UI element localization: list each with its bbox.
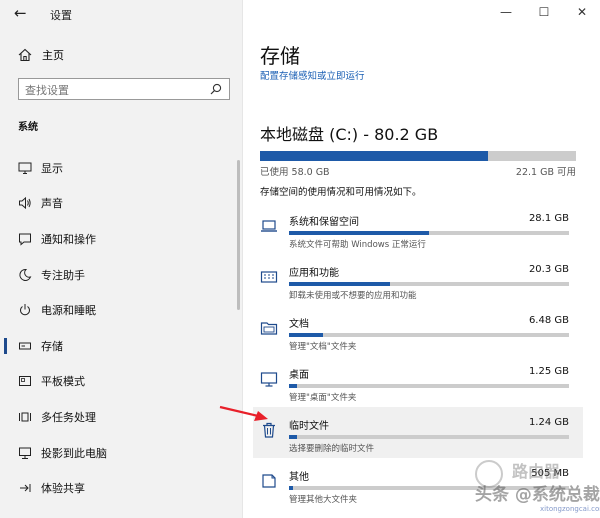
multitask-icon [19,412,31,422]
home-icon [18,48,32,62]
project-icon [19,447,31,459]
search-icon [210,83,222,95]
laptop-icon [261,220,277,232]
monitor-icon [260,372,278,387]
category-bar [289,435,569,439]
annotation-arrow [219,405,268,421]
folder-icon [260,322,278,335]
sidebar-item-focus-assist[interactable]: 专注助手 [0,257,243,293]
power-icon [20,304,30,316]
sidebar-item-label: 多任务处理 [41,410,96,424]
category-temporary-files[interactable]: 临时文件 1.24 GB 选择要删除的临时文件 [253,407,583,458]
watermark-brand: 路由器 [512,462,561,481]
category-description: 选择要删除的临时文件 [289,444,375,454]
category-name: 文档 [289,319,309,330]
watermark-text: 头条 @系统总裁 [475,485,600,505]
storage-sense-link[interactable]: 配置存储感知或立即运行 [260,68,365,82]
category-description: 管理"文档"文件夹 [289,342,357,352]
drive-title: 本地磁盘 (C:) - 80.2 GB [260,125,439,144]
category-bar-fill [289,333,323,337]
close-button[interactable]: ✕ [576,5,588,19]
sidebar-item-label: 体验共享 [41,482,85,496]
sidebar-item-power-sleep[interactable]: 电源和睡眠 [0,292,243,328]
category-description: 卸载未使用或不想要的应用和功能 [289,291,417,301]
drive-usage-fill [260,151,489,161]
sidebar-item-multitasking[interactable]: 多任务处理 [0,399,243,435]
sidebar-item-label: 通知和操作 [41,232,96,246]
sidebar: ← 设置 主页 系统 显示 声音 通知和操作 专注助手 电源和睡眠 [0,0,243,518]
category-description: 管理其他大文件夹 [289,495,358,505]
sidebar-item-sound[interactable]: 声音 [0,186,243,222]
sidebar-item-label: 存储 [41,339,63,353]
sidebar-item-display[interactable]: 显示 [0,150,243,186]
moon-icon [19,268,32,281]
tablet-icon [19,376,31,387]
sidebar-item-storage[interactable]: 存储 [0,328,243,364]
category-name: 其他 [289,472,309,483]
sidebar-item-shared-experiences[interactable]: 体验共享 [0,470,243,506]
category-size: 6.48 GB [528,315,569,326]
search-input[interactable] [19,80,199,101]
back-button[interactable]: ← [14,4,27,22]
sidebar-nav: 显示 声音 通知和操作 专注助手 电源和睡眠 存储 平板模式 多任务处理 投影到… [0,150,243,506]
minimize-button[interactable]: — [500,5,512,19]
category-bar-fill [289,486,294,490]
title-bar: ← 设置 [0,0,243,28]
usage-description: 存储空间的使用情况和可用情况如下。 [260,187,422,198]
notification-icon [19,233,31,246]
category-description: 系统文件可帮助 Windows 正常运行 [289,240,426,250]
drive-usage-bar [260,151,576,161]
category-bar [289,231,569,235]
category-size: 1.24 GB [528,417,569,428]
sidebar-item-label: 专注助手 [41,268,85,282]
sidebar-item-tablet-mode[interactable]: 平板模式 [0,364,243,400]
sidebar-item-label: 电源和睡眠 [41,304,96,318]
search-box[interactable] [18,78,230,101]
category-documents[interactable]: 文档 6.48 GB 管理"文档"文件夹 [253,305,583,356]
category-size: 20.3 GB [528,264,569,275]
category-bar [289,384,569,388]
category-name: 系统和保留空间 [289,217,359,228]
home-link[interactable]: 主页 [18,47,64,63]
home-label: 主页 [42,49,64,62]
section-label: 系统 [18,122,38,133]
sidebar-item-project-to-pc[interactable]: 投影到此电脑 [0,435,243,471]
category-name: 临时文件 [289,421,329,432]
category-bar [289,333,569,337]
watermark-url: xitongzongcai.com [540,505,600,513]
sidebar-item-label: 显示 [41,161,63,175]
category-system-reserved[interactable]: 系统和保留空间 28.1 GB 系统文件可帮助 Windows 正常运行 [253,203,583,254]
other-icon [262,474,276,488]
category-bar [289,282,569,286]
display-icon [18,162,32,174]
sidebar-item-label: 投影到此电脑 [41,446,107,460]
category-bar-fill [289,231,429,235]
category-apps-features[interactable]: 应用和功能 20.3 GB 卸载未使用或不想要的应用和功能 [253,254,583,305]
available-label: 22.1 GB 可用 [515,167,576,178]
sidebar-item-label: 平板模式 [41,375,85,389]
main-pane: — ☐ ✕ 存储 配置存储感知或立即运行 本地磁盘 (C:) - 80.2 GB… [243,0,600,518]
window-controls: — ☐ ✕ [500,5,588,19]
app-title: 设置 [50,9,72,22]
category-desktop[interactable]: 桌面 1.25 GB 管理"桌面"文件夹 [253,356,583,407]
sidebar-scrollbar[interactable] [237,160,240,310]
category-bar-fill [289,282,390,286]
sidebar-item-label: 声音 [41,197,63,211]
category-bar-fill [289,384,298,388]
category-bar-fill [289,435,298,439]
maximize-button[interactable]: ☐ [538,5,550,19]
category-name: 应用和功能 [289,268,339,279]
keyboard-icon [260,271,278,283]
category-description: 管理"桌面"文件夹 [289,393,357,403]
sidebar-item-notifications[interactable]: 通知和操作 [0,221,243,257]
used-label: 已使用 58.0 GB [260,167,330,178]
sound-icon [19,197,31,210]
category-name: 桌面 [289,370,309,381]
page-title: 存储 [260,44,300,68]
category-size: 1.25 GB [528,366,569,377]
storage-icon [19,342,31,350]
share-icon [20,484,31,493]
category-size: 28.1 GB [528,213,569,224]
